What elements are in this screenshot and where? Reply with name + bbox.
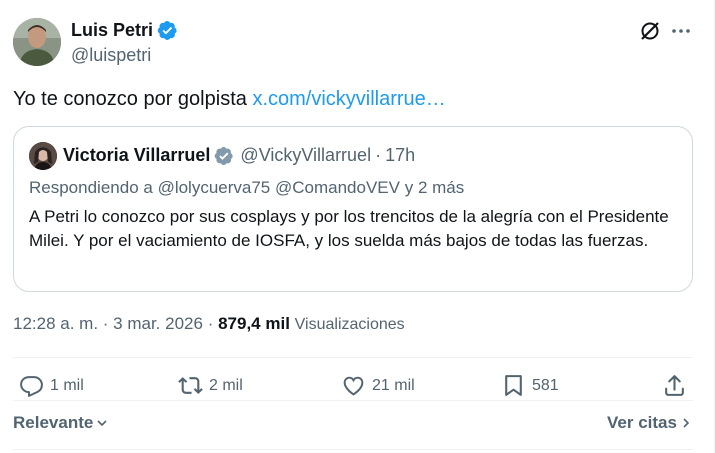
repost-count: 2 mil (209, 376, 243, 394)
views-count: 879,4 mil (218, 314, 290, 333)
repost-button[interactable]: 2 mil (178, 373, 243, 398)
reply-icon (20, 376, 43, 397)
verified-badge-icon[interactable] (157, 20, 178, 41)
chevron-down-icon (97, 420, 107, 427)
quoted-time[interactable]: 17h (385, 145, 415, 166)
verified-badge-icon (214, 146, 234, 166)
repost-icon (178, 377, 203, 394)
share-icon (665, 375, 684, 396)
quoted-tweet[interactable]: Victoria Villarruel @VickyVillarruel · 1… (13, 126, 693, 292)
divider (13, 400, 693, 401)
chevron-right-icon (683, 418, 690, 428)
views-label: Visualizaciones (294, 316, 405, 333)
quoted-text: A Petri lo conozco por sus cosplays y po… (29, 207, 669, 250)
quoted-author-handle: @VickyVillarruel (240, 145, 372, 165)
grok-icon[interactable] (638, 19, 662, 43)
bookmark-icon (505, 375, 522, 396)
more-icon[interactable] (669, 19, 693, 43)
author-name[interactable]: Luis Petri (71, 19, 153, 41)
quoted-avatar[interactable] (29, 142, 57, 170)
meta-separator: · (207, 314, 214, 333)
quoted-reply-context: Respondiendo a @lolycuerva75 @ComandoVEV… (29, 177, 464, 199)
sort-dropdown[interactable]: Relevante (13, 413, 108, 433)
bookmark-button[interactable]: 581 (501, 373, 559, 398)
tweet-timestamp[interactable]: 12:28 a. m. · 3 mar. 2026 (13, 314, 203, 333)
author-handle[interactable]: @luispetri (71, 44, 151, 66)
like-icon (343, 376, 364, 396)
sort-label: Relevante (13, 413, 94, 432)
like-count: 21 mil (372, 376, 415, 394)
tweet-text: Yo te conozco por golpista x.com/vickyvi… (13, 86, 446, 112)
reply-mention: @lolycuerva75 (157, 178, 271, 197)
reply-button[interactable]: 1 mil (19, 373, 84, 398)
reply-mention: @ComandoVEV (275, 178, 400, 197)
view-quotes-link[interactable]: Ver citas (607, 413, 692, 433)
author-avatar[interactable] (13, 18, 61, 66)
reply-prefix: Respondiendo a (29, 178, 153, 197)
like-button[interactable]: 21 mil (341, 373, 415, 398)
tweet-link[interactable]: x.com/vickyvillarrue… (252, 88, 445, 110)
view-quotes-label: Ver citas (607, 413, 677, 432)
divider (13, 357, 693, 358)
reply-count: 1 mil (50, 376, 84, 394)
quoted-author-name[interactable]: Victoria Villarruel (63, 145, 210, 166)
tweet-meta: 12:28 a. m. · 3 mar. 2026 · 879,4 mil Vi… (13, 313, 405, 336)
tweet-text-body: Yo te conozco por golpista (13, 88, 253, 110)
quoted-separator: · (375, 145, 382, 165)
reply-suffix: y 2 más (404, 178, 465, 197)
bookmark-count: 581 (532, 376, 559, 394)
divider (13, 449, 693, 450)
share-button[interactable] (662, 373, 687, 398)
